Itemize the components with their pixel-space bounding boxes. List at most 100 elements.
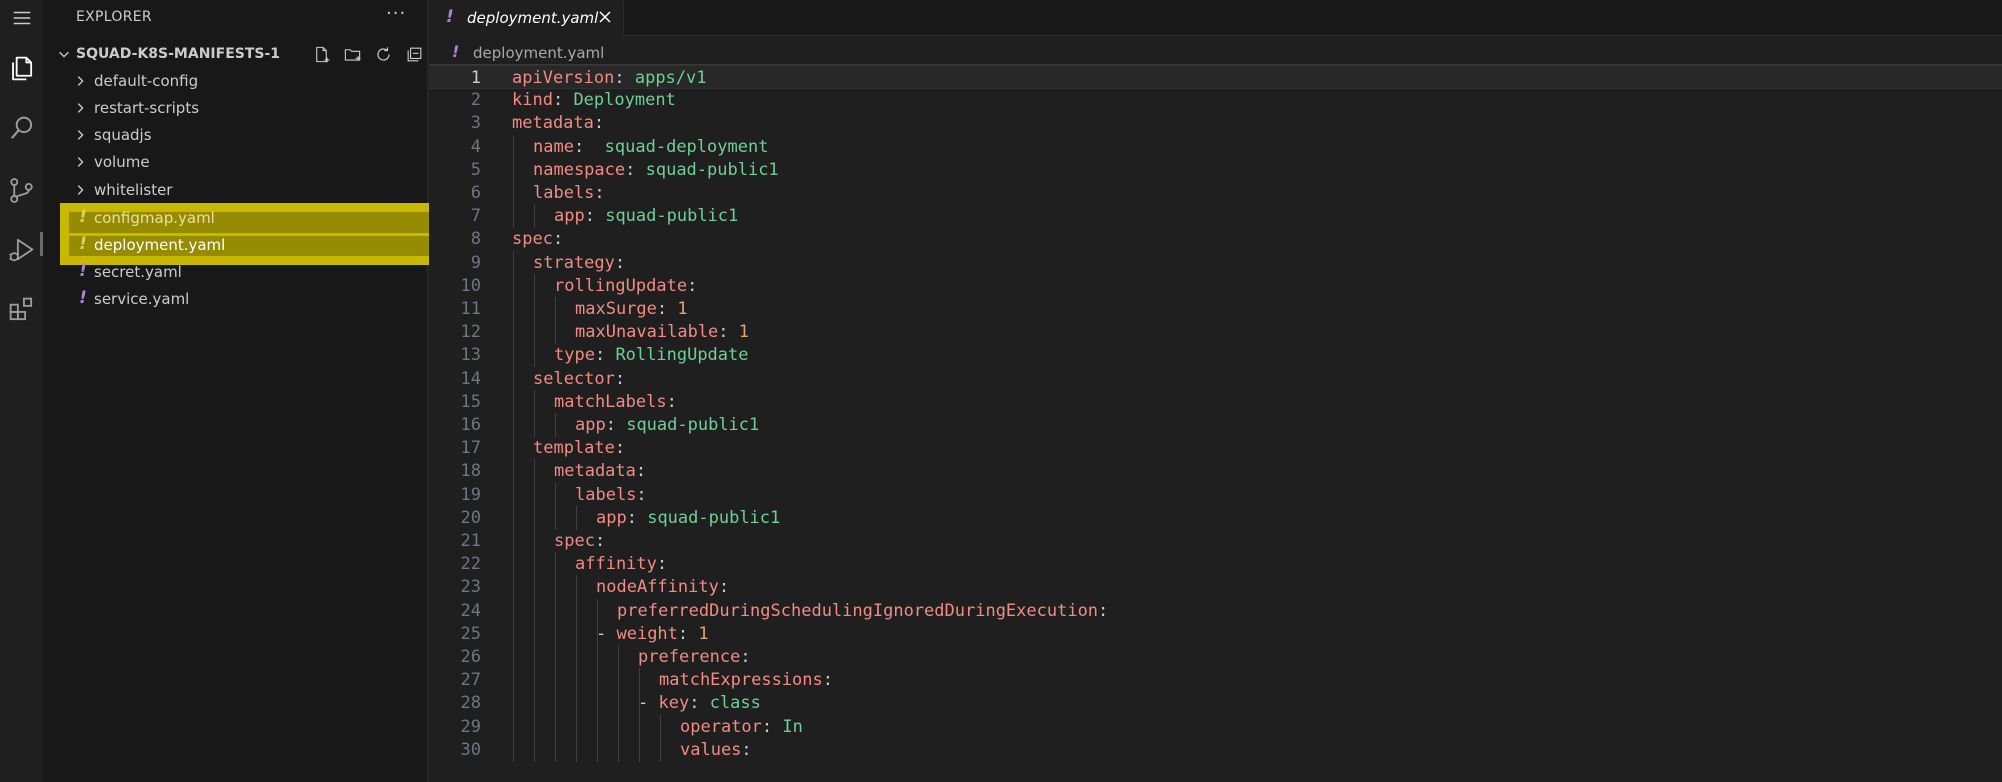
menu-icon[interactable] — [0, 0, 43, 36]
code-line[interactable]: 20 app: squad-public1 — [429, 505, 2002, 530]
yaml-value: apps/v1 — [624, 68, 707, 88]
indent-guide — [534, 529, 535, 553]
code-text: kind: Deployment — [512, 90, 676, 111]
code-line[interactable]: 9 strategy: — [429, 250, 2002, 275]
code-text: affinity: — [575, 554, 668, 575]
yaml-value: squad-public1 — [615, 415, 760, 435]
collapse-all-icon[interactable] — [399, 42, 430, 66]
editor-area: ! deployment.yaml ! deployment.yaml 1 api… — [429, 0, 2002, 782]
yaml-key: namespace — [533, 159, 626, 180]
code-line[interactable]: 7 app: squad-public1 — [429, 204, 2002, 229]
code-line[interactable]: 22 affinity: — [429, 552, 2002, 577]
line-number: 13 — [460, 345, 481, 366]
code-line[interactable]: 26 preference: — [429, 645, 2002, 669]
code-text: labels: — [533, 183, 605, 203]
indent-guide — [555, 645, 556, 669]
code-line[interactable]: 1 apiVersion: apps/v1 — [429, 65, 2002, 89]
yaml-key: template — [533, 438, 615, 459]
code-text: labels: — [575, 484, 647, 505]
code-line[interactable]: 6 labels: — [429, 181, 2002, 205]
code-line[interactable]: 29 operator: In — [429, 714, 2002, 739]
indent-guide — [513, 737, 514, 762]
code-line[interactable]: 5 namespace: squad-public1 — [429, 157, 2002, 182]
code-line[interactable]: 11 maxSurge: 1 — [429, 297, 2002, 321]
code-line[interactable]: 4 name: squad-deployment — [429, 134, 2002, 159]
yaml-value: squad-public1 — [594, 206, 739, 227]
code-line[interactable]: 15 matchLabels: — [429, 389, 2002, 414]
indent-guide — [513, 436, 514, 461]
code-line[interactable]: 3 metadata: — [429, 111, 2002, 135]
indent-guide — [555, 668, 556, 693]
file-service-yaml[interactable]: ! service.yaml — [43, 286, 428, 313]
folder-whitelister[interactable]: whitelister — [43, 177, 428, 204]
indent-guide — [534, 320, 535, 345]
folder-default-config[interactable]: default-config — [43, 68, 428, 95]
code-line[interactable]: 21 spec: — [429, 529, 2002, 553]
indent-guide — [639, 737, 640, 762]
indent-guide — [534, 459, 535, 484]
yaml-value: In — [772, 716, 803, 737]
chevron-right-icon — [77, 185, 84, 195]
folder-restart-scripts[interactable]: restart-scripts — [43, 95, 428, 122]
more-actions-icon[interactable]: ··· — [386, 3, 406, 24]
breadcrumb: ! deployment.yaml — [429, 42, 2002, 64]
close-icon[interactable] — [597, 9, 613, 25]
search-icon[interactable] — [0, 107, 43, 149]
yaml-warning-icon: ! — [79, 234, 87, 254]
line-number: 22 — [460, 554, 481, 575]
code-line[interactable]: 14 selector: — [429, 366, 2002, 391]
file-label: deployment.yaml — [94, 236, 226, 254]
yaml-key: labels — [533, 183, 595, 203]
folder-squadjs[interactable]: squadjs — [43, 122, 428, 149]
indent-guide — [534, 691, 535, 716]
code-line[interactable]: 27 matchExpressions: — [429, 668, 2002, 693]
yaml-value: 1 — [667, 299, 688, 319]
file-deployment-yaml[interactable]: ! deployment.yaml — [43, 232, 428, 259]
code-line[interactable]: 12 maxUnavailable: 1 — [429, 320, 2002, 345]
line-number: 9 — [470, 252, 481, 273]
code-line[interactable]: 2 kind: Deployment — [429, 88, 2002, 112]
indent-guide — [618, 691, 619, 716]
workspace-name: SQUAD-K8S-MANIFESTS-1 — [76, 46, 281, 62]
indent-guide — [534, 413, 535, 437]
code-line[interactable]: 8 spec: — [429, 227, 2002, 251]
line-number: 1 — [470, 68, 481, 88]
indent-guide — [660, 714, 661, 739]
chevron-down-icon — [59, 51, 69, 58]
run-debug-icon[interactable] — [0, 228, 43, 270]
yaml-warning-icon: ! — [79, 288, 87, 308]
line-number: 7 — [470, 206, 481, 227]
yaml-key: nodeAffinity — [596, 577, 719, 598]
explorer-sidebar: EXPLORER ··· SQUAD-K8S-MANIFESTS-1 defau… — [40, 0, 463, 782]
indent-guide — [555, 297, 556, 321]
yaml-key: type — [554, 345, 595, 366]
code-line[interactable]: 17 template: — [429, 436, 2002, 461]
code-line[interactable]: 13 type: RollingUpdate — [429, 343, 2002, 368]
code-line[interactable]: 23 nodeAffinity: — [429, 575, 2002, 600]
line-number: 4 — [470, 136, 481, 157]
new-folder-icon[interactable] — [337, 42, 368, 66]
file-secret-yaml[interactable]: ! secret.yaml — [43, 259, 428, 286]
code-line[interactable]: 25 - weight: 1 — [429, 621, 2002, 646]
indent-guide — [513, 250, 514, 275]
tab-title: deployment.yaml — [467, 9, 599, 27]
workspace-header[interactable]: SQUAD-K8S-MANIFESTS-1 — [43, 42, 428, 66]
code-line[interactable]: 24 preferredDuringSchedulingIgnoredDuring… — [429, 598, 2002, 623]
code-line[interactable]: 28 - key: class — [429, 691, 2002, 716]
code-line[interactable]: 16 app: squad-public1 — [429, 413, 2002, 437]
new-file-icon[interactable] — [306, 42, 337, 66]
refresh-icon[interactable] — [368, 42, 399, 66]
code-line[interactable]: 19 labels: — [429, 482, 2002, 507]
code-line[interactable]: 18 metadata: — [429, 459, 2002, 484]
yaml-key: key — [658, 693, 690, 714]
file-configmap-yaml[interactable]: ! configmap.yaml — [43, 205, 428, 232]
breadcrumb-file[interactable]: deployment.yaml — [473, 44, 604, 62]
tab-deployment-yaml[interactable]: ! deployment.yaml — [429, 0, 624, 37]
extensions-icon[interactable] — [0, 288, 43, 330]
source-control-icon[interactable] — [0, 169, 43, 211]
explorer-icon[interactable] — [0, 47, 43, 89]
code-line[interactable]: 30 values: — [429, 737, 2002, 762]
yaml-key: app — [575, 415, 606, 435]
folder-volume[interactable]: volume — [43, 149, 428, 176]
code-line[interactable]: 10 rollingUpdate: — [429, 273, 2002, 298]
